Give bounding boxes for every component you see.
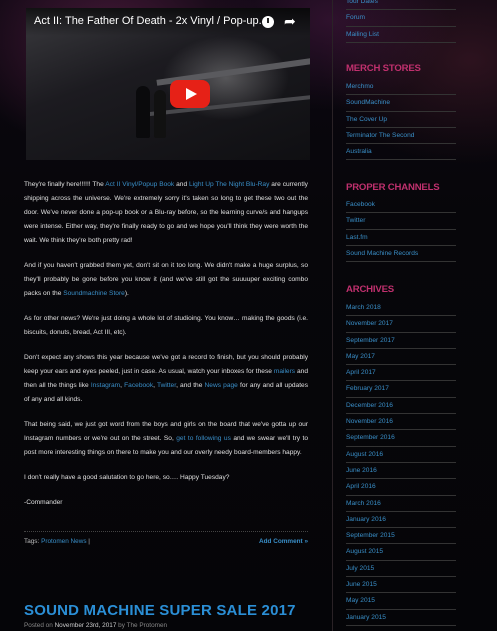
sidebar-item[interactable]: SoundMachine xyxy=(346,95,456,112)
soundmachine-store-link[interactable]: Soundmachine Store xyxy=(63,290,125,297)
merch-list: Merchmo SoundMachine The Cover Up Termin… xyxy=(346,79,456,161)
archive-item[interactable]: November 2016 xyxy=(346,414,456,431)
play-icon[interactable] xyxy=(170,80,210,108)
sidebar-item[interactable]: Merchmo xyxy=(346,79,456,96)
sidebar-item[interactable]: Last.fm xyxy=(346,230,456,246)
facebook-link[interactable]: Facebook xyxy=(124,382,153,389)
post-paragraph: As for other news? We're just doing a wh… xyxy=(24,315,308,336)
archive-item[interactable]: May 2015 xyxy=(346,593,456,610)
post-date: November 23rd, 2017 xyxy=(54,622,117,629)
video-embed[interactable]: Act II: The Father Of Death - 2x Vinyl /… xyxy=(26,8,310,160)
archive-item[interactable]: November 2017 xyxy=(346,316,456,333)
thumbnail-figure xyxy=(154,90,166,138)
channels-list: Facebook Twitter Last.fm Sound Machine R… xyxy=(346,197,456,263)
post-signature: -Commander xyxy=(24,499,63,506)
add-comment-link[interactable]: Add Comment » xyxy=(259,532,308,552)
sidebar-item[interactable]: Australia xyxy=(346,144,456,161)
archive-item[interactable]: September 2015 xyxy=(346,528,456,545)
sidebar-item[interactable]: Sound Machine Records xyxy=(346,246,456,263)
video-title[interactable]: Act II: The Father Of Death - 2x Vinyl /… xyxy=(34,15,268,27)
bluray-link[interactable]: Light Up The Night Blu-Ray xyxy=(189,181,269,188)
instagram-link[interactable]: Instagram xyxy=(91,382,120,389)
archive-item[interactable]: December 2016 xyxy=(346,398,456,415)
sidebar-item[interactable]: Forum xyxy=(346,10,456,27)
sidebar-item[interactable]: Facebook xyxy=(346,197,456,214)
separator: | xyxy=(86,538,90,545)
text: are currently shipping across the univer… xyxy=(24,181,308,244)
top-links-list: Tour Dates Forum Mailing List xyxy=(346,0,456,43)
share-icon[interactable]: ➦ xyxy=(284,14,296,28)
archive-item[interactable]: July 2015 xyxy=(346,561,456,578)
post-tags: Tags: Protomen News | xyxy=(24,532,90,552)
sidebar-item[interactable]: Twitter xyxy=(346,213,456,230)
post-author: The Protomen xyxy=(126,622,168,629)
archive-item[interactable]: April 2016 xyxy=(346,479,456,496)
post-meta: Posted on November 23rd, 2017 by The Pro… xyxy=(24,622,167,629)
post-paragraph: I don't really have a good salutation to… xyxy=(24,474,230,481)
thumbnail-figure xyxy=(136,86,150,138)
text: Don't expect any shows this year because… xyxy=(24,354,308,375)
archive-item[interactable]: March 2018 xyxy=(346,300,456,317)
sidebar-item[interactable]: The Cover Up xyxy=(346,112,456,128)
tags-label: Tags: xyxy=(24,538,42,545)
post-body: They're finally here!!!!!! The Act II Vi… xyxy=(24,178,308,521)
mailers-link[interactable]: mailers xyxy=(274,368,295,375)
twitter-link[interactable]: Twitter xyxy=(157,382,176,389)
archive-item[interactable]: September 2017 xyxy=(346,333,456,349)
archive-item[interactable]: June 2015 xyxy=(346,577,456,594)
sidebar-item[interactable]: Mailing List xyxy=(346,27,456,43)
archive-item[interactable]: August 2016 xyxy=(346,447,456,463)
sidebar-divider xyxy=(332,0,333,631)
archive-item[interactable]: May 2017 xyxy=(346,349,456,366)
archive-item[interactable]: March 2016 xyxy=(346,496,456,512)
vinyl-popup-link[interactable]: Act II Vinyl/Popup Book xyxy=(105,181,174,188)
text: Posted on xyxy=(24,622,55,629)
post-paragraph: Don't expect any shows this year because… xyxy=(24,351,308,407)
clock-icon[interactable] xyxy=(262,16,274,28)
archive-item[interactable]: August 2015 xyxy=(346,544,456,561)
channels-heading: PROPER CHANNELS xyxy=(346,182,440,193)
post-title[interactable]: SOUND MACHINE SUPER SALE 2017 xyxy=(24,602,296,619)
post-paragraph: That being said, we just got word from t… xyxy=(24,418,308,460)
archive-item[interactable]: January 2016 xyxy=(346,512,456,529)
post-paragraph: They're finally here!!!!!! The Act II Vi… xyxy=(24,178,308,248)
archive-item[interactable]: September 2016 xyxy=(346,430,456,447)
sidebar-item[interactable]: Tour Dates xyxy=(346,0,456,11)
archive-item[interactable]: April 2017 xyxy=(346,365,456,382)
archive-item[interactable]: June 2016 xyxy=(346,463,456,480)
text: and xyxy=(174,181,190,188)
text: by xyxy=(116,622,127,629)
sidebar-item[interactable]: Terminator The Second xyxy=(346,128,456,145)
news-page-link[interactable]: News page xyxy=(205,382,238,389)
archives-list: March 2018 November 2017 September 2017 May… xyxy=(346,300,456,626)
archive-item[interactable]: January 2015 xyxy=(346,610,456,626)
post-paragraph: And if you haven't grabbed them yet, don… xyxy=(24,259,308,301)
post-footer: Tags: Protomen News | Add Comment » xyxy=(24,531,308,551)
tag-link[interactable]: Protomen News xyxy=(41,538,86,545)
merch-heading: MERCH STORES xyxy=(346,63,421,74)
archives-heading: ARCHIVES xyxy=(346,284,394,295)
follow-us-link[interactable]: get to following us xyxy=(176,435,231,442)
text: , and the xyxy=(176,382,205,389)
archive-item[interactable]: February 2017 xyxy=(346,381,456,398)
text: ). xyxy=(124,290,129,297)
text: They're finally here!!!!!! The xyxy=(24,181,106,188)
